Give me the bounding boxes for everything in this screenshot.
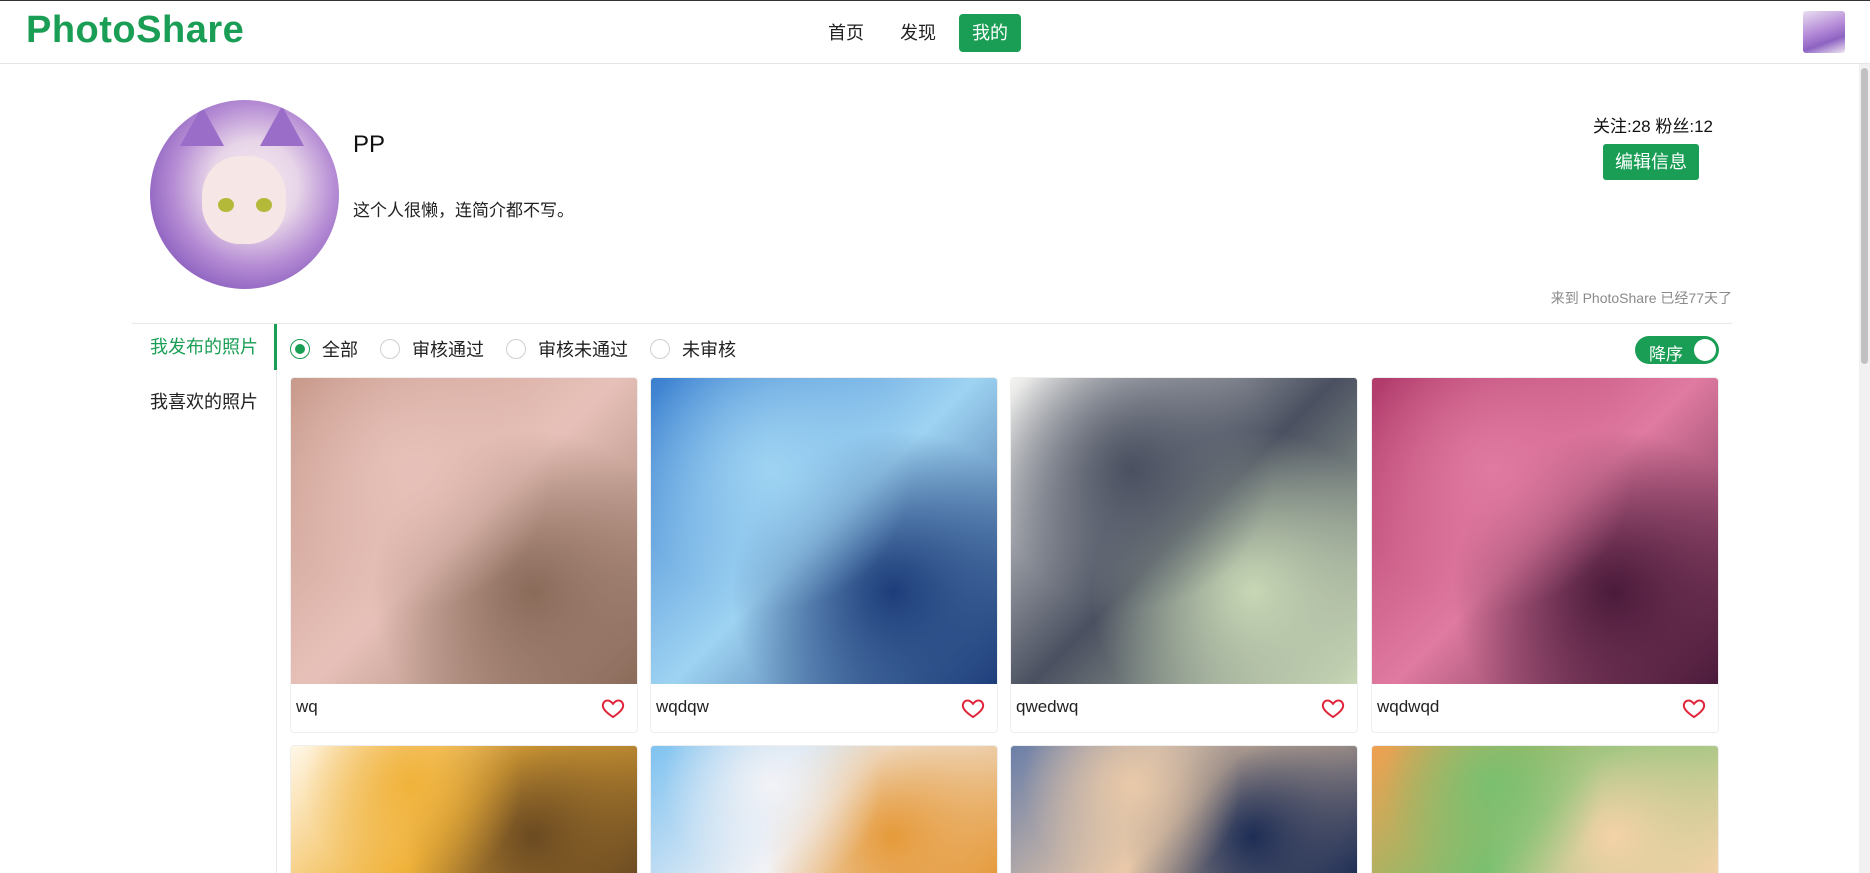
logo[interactable]: PhotoShare bbox=[26, 9, 244, 52]
profile-username: PP bbox=[353, 131, 386, 158]
radio-label: 全部 bbox=[322, 340, 358, 360]
nav-discover[interactable]: 发现 bbox=[887, 14, 949, 52]
photo-image[interactable] bbox=[651, 746, 997, 873]
side-item-my-photos[interactable]: 我发布的照片 bbox=[132, 324, 277, 370]
avatar-ear-left bbox=[180, 106, 224, 146]
membership-days: 来到 PhotoShare 已经77天了 bbox=[1550, 290, 1732, 306]
profile-avatar bbox=[150, 100, 339, 289]
photo-image[interactable] bbox=[1372, 746, 1718, 873]
filter-rejected[interactable]: 审核未通过 bbox=[506, 336, 628, 362]
radio-button[interactable] bbox=[380, 339, 400, 359]
heart-icon[interactable] bbox=[961, 696, 985, 720]
photo-card-footer: wq bbox=[291, 684, 637, 732]
edit-profile-button[interactable]: 编辑信息 bbox=[1603, 144, 1699, 180]
photo-image[interactable] bbox=[291, 746, 637, 873]
main-nav: 首页 发现 我的 bbox=[815, 14, 1021, 52]
status-filter: 全部 审核通过 审核未通过 未审核 bbox=[290, 336, 758, 362]
radio-label: 未审核 bbox=[682, 340, 736, 360]
radio-label: 审核未通过 bbox=[538, 340, 628, 360]
photo-card[interactable]: qwedwq bbox=[1010, 377, 1358, 733]
sort-order-label: 降序 bbox=[1649, 345, 1683, 364]
toggle-knob bbox=[1694, 339, 1716, 361]
photo-card[interactable] bbox=[650, 745, 998, 873]
photo-image[interactable] bbox=[291, 378, 637, 684]
side-item-liked-photos[interactable]: 我喜欢的照片 bbox=[132, 379, 277, 425]
photo-image[interactable] bbox=[1011, 746, 1357, 873]
avatar-eye-right bbox=[256, 198, 272, 212]
heart-icon[interactable] bbox=[1682, 696, 1706, 720]
photo-card[interactable]: wqdwqd bbox=[1371, 377, 1719, 733]
user-avatar[interactable] bbox=[1803, 11, 1845, 53]
avatar-eye-left bbox=[218, 198, 234, 212]
profile-bio: 这个人很懒，连简介都不写。 bbox=[353, 201, 574, 220]
photo-card-footer: wqdqw bbox=[651, 684, 997, 732]
photo-image[interactable] bbox=[1372, 378, 1718, 684]
radio-button[interactable] bbox=[290, 339, 310, 359]
filter-pending[interactable]: 未审核 bbox=[650, 336, 736, 362]
scrollbar-thumb[interactable] bbox=[1861, 68, 1868, 364]
radio-button[interactable] bbox=[650, 339, 670, 359]
radio-button[interactable] bbox=[506, 339, 526, 359]
photo-image[interactable] bbox=[651, 378, 997, 684]
photo-image[interactable] bbox=[1011, 378, 1357, 684]
filter-approved[interactable]: 审核通过 bbox=[380, 336, 484, 362]
photo-card-footer: wqdwqd bbox=[1372, 684, 1718, 732]
section-divider bbox=[132, 323, 1732, 324]
heart-icon[interactable] bbox=[601, 696, 625, 720]
nav-mine[interactable]: 我的 bbox=[959, 14, 1021, 52]
page-scrollbar[interactable] bbox=[1859, 64, 1870, 873]
sort-order-toggle[interactable]: 降序 bbox=[1635, 336, 1719, 364]
photo-card[interactable] bbox=[1010, 745, 1358, 873]
photo-card[interactable]: wq bbox=[290, 377, 638, 733]
avatar-face bbox=[202, 156, 286, 244]
photo-card[interactable] bbox=[290, 745, 638, 873]
avatar-ear-right bbox=[260, 106, 304, 146]
photo-card-footer: qwedwq bbox=[1011, 684, 1357, 732]
top-navbar: PhotoShare 首页 发现 我的 bbox=[0, 0, 1870, 64]
nav-home[interactable]: 首页 bbox=[815, 14, 877, 52]
side-menu: 我发布的照片 我喜欢的照片 bbox=[132, 324, 277, 873]
photo-title: wqdwqd bbox=[1377, 697, 1440, 716]
radio-label: 审核通过 bbox=[412, 340, 484, 360]
heart-icon[interactable] bbox=[1321, 696, 1345, 720]
photo-title: qwedwq bbox=[1016, 697, 1079, 716]
photo-title: wqdqw bbox=[656, 697, 709, 716]
photo-card[interactable]: wqdqw bbox=[650, 377, 998, 733]
photo-card[interactable] bbox=[1371, 745, 1719, 873]
filter-all[interactable]: 全部 bbox=[290, 336, 358, 362]
photo-title: wq bbox=[296, 697, 318, 716]
follow-stats: 关注:28 粉丝:12 bbox=[1593, 117, 1713, 136]
